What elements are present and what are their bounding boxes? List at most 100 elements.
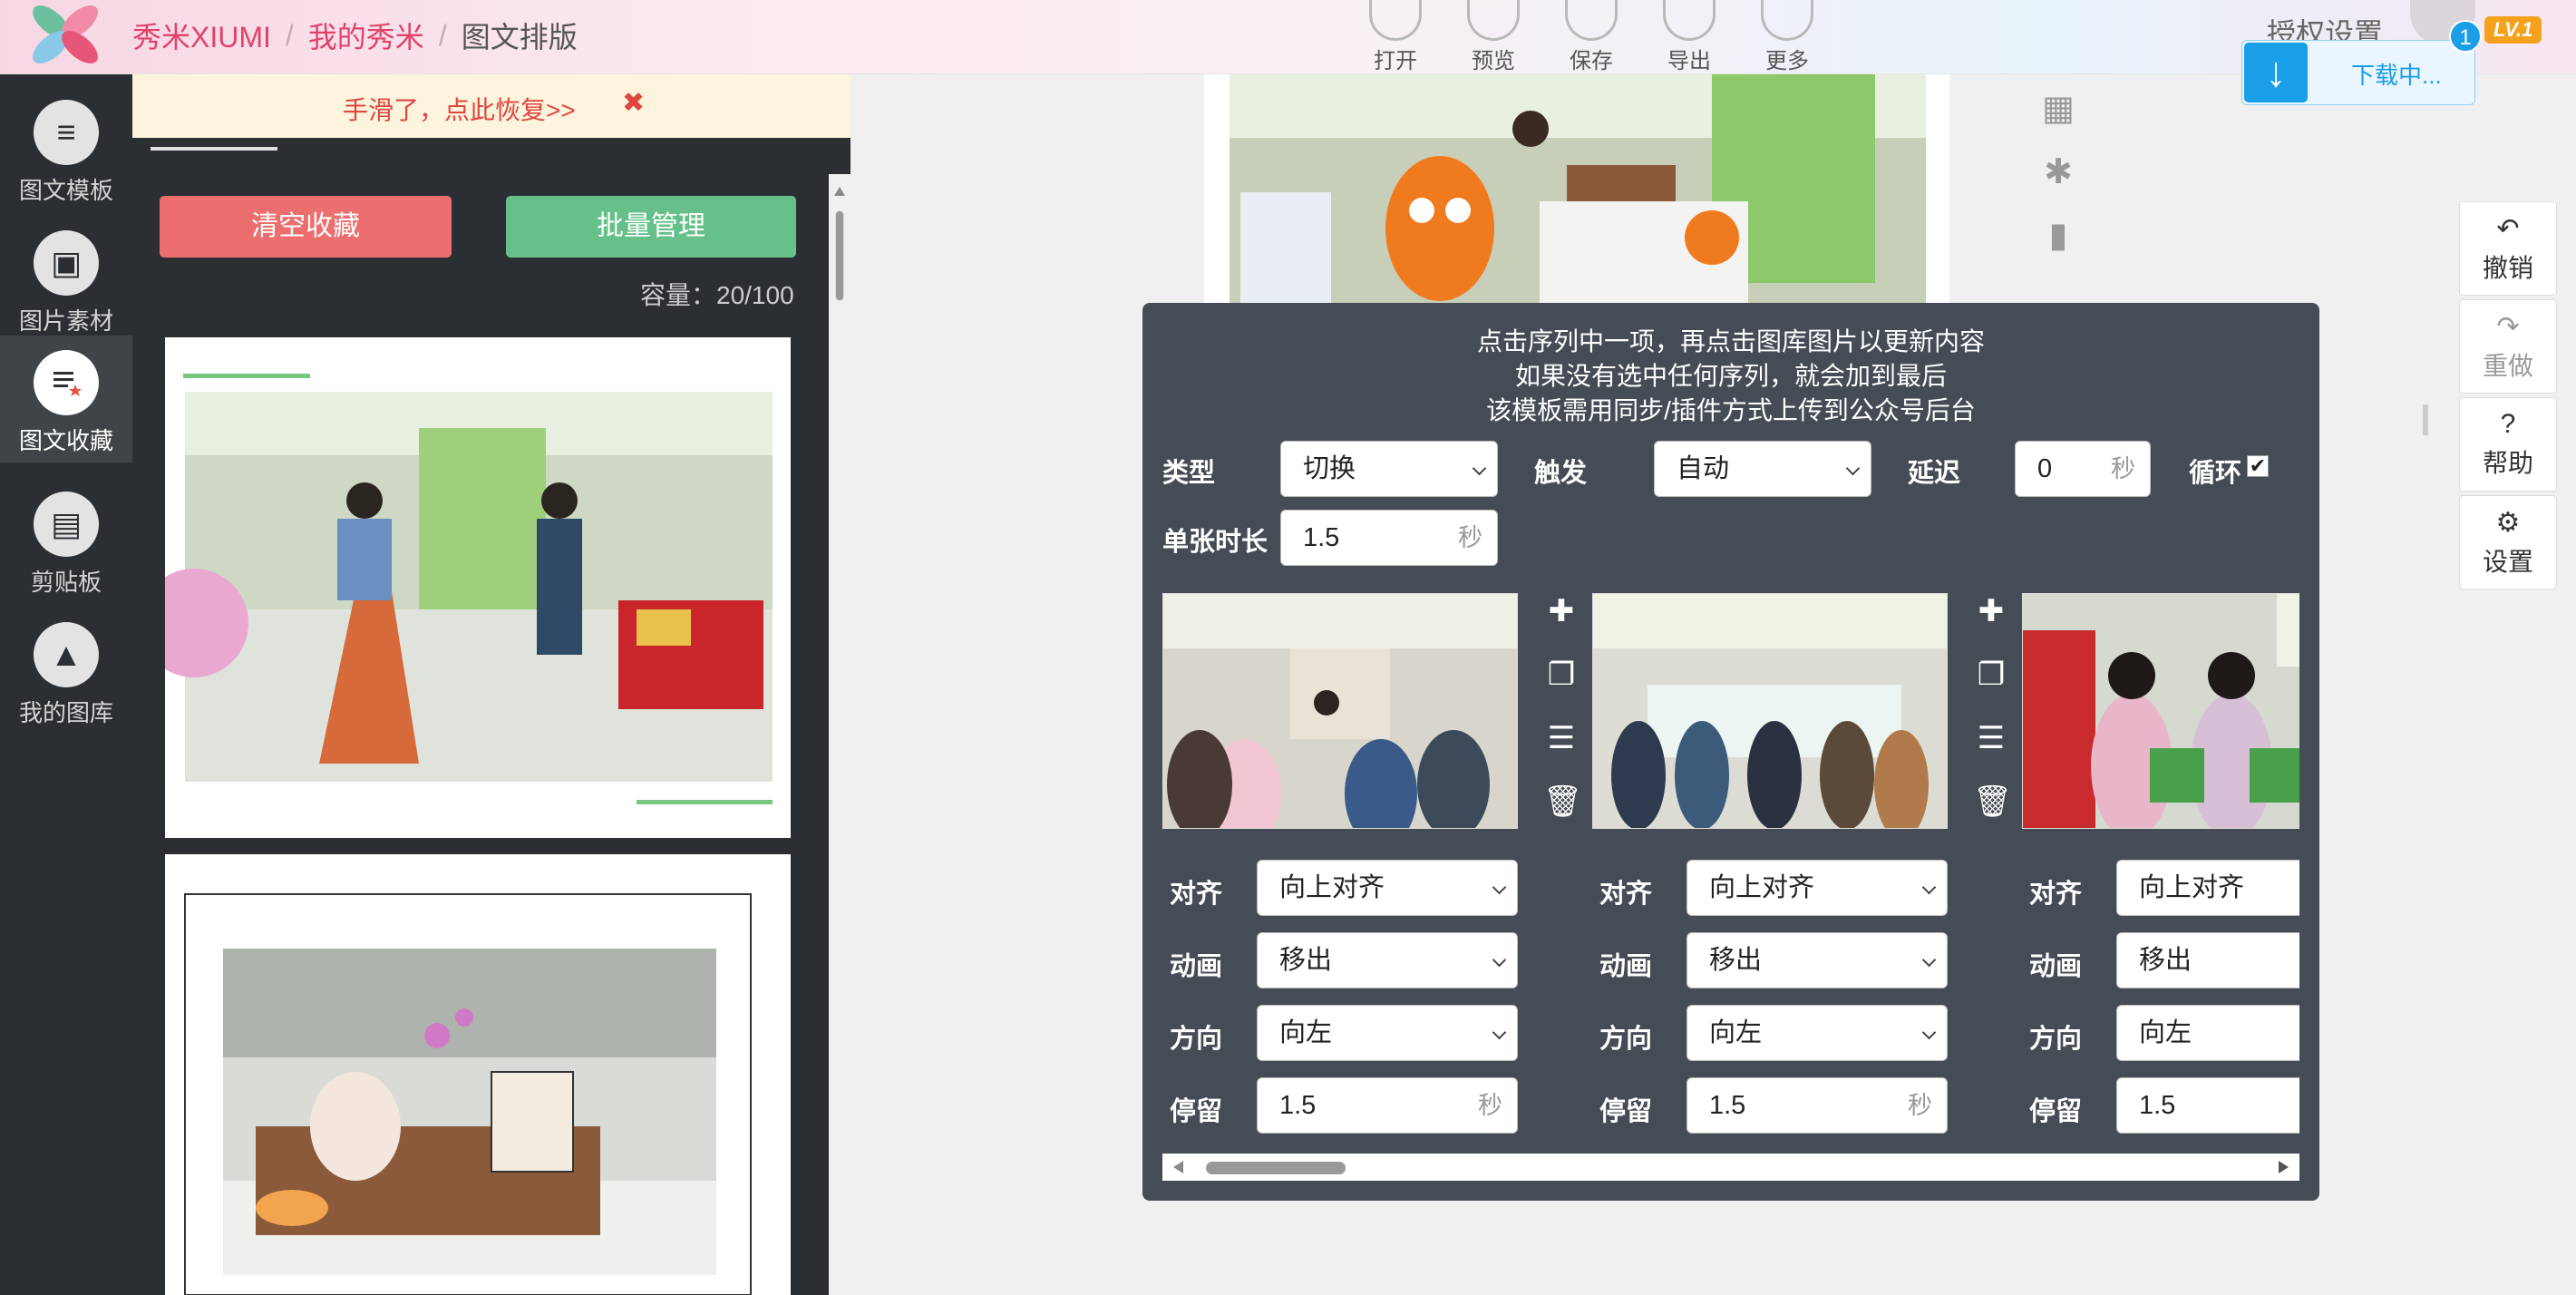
export-button[interactable]: 导出 xyxy=(1654,0,1725,74)
open-button[interactable]: 打开 xyxy=(1360,0,1431,74)
add-icon[interactable]: ✚ xyxy=(1973,593,2009,657)
frame-ops: ✚ ❐ ☰ 🗑 xyxy=(1543,593,1582,847)
restore-bar[interactable]: 手滑了，点此恢复>> ✖ xyxy=(132,74,851,138)
stay-input[interactable]: 1.5 秒 xyxy=(1257,1077,1518,1134)
redo-icon: ↷ xyxy=(2496,311,2520,342)
frame-thumbnail[interactable] xyxy=(1162,593,1518,829)
tab-underline xyxy=(151,147,277,151)
scroll-up-arrow[interactable] xyxy=(834,187,845,196)
copy-icon[interactable]: ❐ xyxy=(1543,657,1580,720)
nav-item-templates[interactable]: ≡ 图文模板 xyxy=(0,85,132,209)
trigger-label: 触发 xyxy=(1534,459,1588,488)
asterisk-icon[interactable]: ✱ xyxy=(2040,154,2076,190)
slideshow-settings-dialog: 点击序列中一项，再点击图库图片以更新内容 如果没有选中任何序列，就会加到最后 该… xyxy=(1142,303,2319,1201)
favorites-panel: 手滑了，点此恢复>> ✖ 清空收藏 批量管理 容量：20/100 xyxy=(132,74,851,1295)
nav-item-gallery[interactable]: ▲ 我的图库 xyxy=(0,608,132,731)
breadcrumb-home[interactable]: 秀米XIUMI xyxy=(132,15,271,56)
align-select[interactable]: 向上对齐 xyxy=(1687,860,1948,916)
restore-link[interactable]: 手滑了，点此恢复>> xyxy=(343,91,576,127)
mountain-icon: ▲ xyxy=(34,622,99,687)
download-text: 下载中... xyxy=(2351,62,2442,89)
folder-icon xyxy=(1369,0,1422,41)
close-icon[interactable]: ✖ xyxy=(622,87,645,119)
frame-item[interactable]: ✚ ❐ ☰ 🗑 对齐 向上对齐 动画 移出 方向 向左 停留 1.5 秒 xyxy=(1162,593,1592,1155)
save-button[interactable]: 保存 xyxy=(1556,0,1627,74)
capacity-text: 容量：20/100 xyxy=(640,281,794,309)
frames-list[interactable]: ✚ ❐ ☰ 🗑 对齐 向上对齐 动画 移出 方向 向左 停留 1.5 秒 ✚ ❐… xyxy=(1162,593,2299,1155)
loop-checkbox[interactable]: ✔ xyxy=(2247,455,2269,477)
xiumi-logo[interactable] xyxy=(24,0,111,67)
frame-item[interactable]: ✚ ❐ ☰ 🗑 对齐 向上对齐 动画 移出 方向 向左 停留 1.5 秒 xyxy=(1592,593,2022,1155)
align-select[interactable]: 向上对齐 xyxy=(1257,860,1518,916)
download-status[interactable]: ↓ 下载中... xyxy=(2241,40,2475,105)
duration-label: 单张时长 xyxy=(1162,528,1269,557)
nav-item-favorites[interactable]: 图文收藏 xyxy=(0,336,132,462)
favorite-item[interactable] xyxy=(165,854,791,1295)
nav-item-images[interactable]: ▣ 图片素材 xyxy=(0,216,132,339)
frame-item[interactable]: 对齐 向上对齐 动画 移出 方向 向左 停留 1.5 xyxy=(2022,593,2299,1155)
stay-input[interactable]: 1.5 秒 xyxy=(1687,1077,1948,1134)
preview-button[interactable]: 预览 xyxy=(1458,0,1529,74)
image-icon: ▣ xyxy=(34,230,99,296)
help-icon: ? xyxy=(2500,409,2516,439)
list-icon: ≡ xyxy=(34,100,99,165)
scroll-right-arrow[interactable] xyxy=(2279,1161,2289,1173)
stay-input[interactable]: 1.5 xyxy=(2116,1077,2299,1134)
clear-favorites-button[interactable]: 清空收藏 xyxy=(160,196,452,258)
frame-thumbnail[interactable] xyxy=(1592,593,1948,829)
delay-input[interactable]: 0 秒 xyxy=(2015,441,2151,497)
batch-manage-button[interactable]: 批量管理 xyxy=(506,196,796,258)
chevron-down-icon xyxy=(1761,0,1813,41)
clipboard-icon: ▤ xyxy=(34,492,99,557)
direction-select[interactable]: 向左 xyxy=(1257,1005,1518,1061)
favorite-preview-image xyxy=(140,374,773,804)
top-bar: 秀米XIUMI / 我的秀米 / 图文排版 打开 预览 保存 导出 更多 授权设… xyxy=(0,0,2576,74)
more-button[interactable]: 更多 xyxy=(1752,0,1823,74)
favorite-preview-image xyxy=(184,893,752,1295)
level-badge: LV.1 xyxy=(2484,16,2542,44)
settings-button[interactable]: ⚙ 设置 xyxy=(2459,495,2557,589)
frames-horizontal-scrollbar[interactable] xyxy=(1162,1154,2299,1181)
download-count-badge: 1 xyxy=(2449,20,2482,53)
animation-select[interactable]: 移出 xyxy=(2116,932,2299,988)
align-select[interactable]: 向上对齐 xyxy=(2116,860,2299,916)
frame-ops: ✚ ❐ ☰ 🗑 xyxy=(1973,593,2012,847)
direction-select[interactable]: 向左 xyxy=(2116,1005,2299,1061)
download-icon: ↓ xyxy=(2244,43,2308,102)
undo-icon: ↶ xyxy=(2496,213,2520,244)
animation-select[interactable]: 移出 xyxy=(1687,932,1948,988)
copy-icon[interactable]: ❐ xyxy=(1973,657,2009,720)
scroll-left-arrow[interactable] xyxy=(1173,1161,1183,1173)
scrollbar-thumb[interactable] xyxy=(835,210,844,301)
trash-icon[interactable]: 🗑 xyxy=(1543,784,1582,847)
grid-icon[interactable]: ▦ xyxy=(2040,91,2076,127)
camera-icon xyxy=(1467,0,1520,41)
trigger-select[interactable]: 自动 xyxy=(1654,441,1871,497)
menu-icon[interactable]: ☰ xyxy=(1973,720,2009,784)
breadcrumb: 秀米XIUMI / 我的秀米 / 图文排版 xyxy=(132,15,578,56)
type-label: 类型 xyxy=(1162,459,1216,488)
help-button[interactable]: ? 帮助 xyxy=(2459,397,2557,492)
undo-button[interactable]: ↶ 撤销 xyxy=(2459,201,2557,296)
type-select[interactable]: 切换 xyxy=(1280,441,1498,497)
nav-item-clipboard[interactable]: ▤ 剪贴板 xyxy=(0,477,132,600)
breadcrumb-my-xiumi[interactable]: 我的秀米 xyxy=(308,15,424,56)
trash-icon[interactable]: 🗑 xyxy=(1973,784,2012,847)
panel-scrollbar[interactable] xyxy=(829,174,851,1295)
frame-thumbnail[interactable] xyxy=(2022,593,2299,829)
delay-label: 延迟 xyxy=(1908,459,1961,488)
scrollbar-thumb[interactable] xyxy=(1206,1162,1346,1174)
favorite-item[interactable] xyxy=(140,337,791,838)
add-icon[interactable]: ✚ xyxy=(1543,593,1580,657)
gear-icon: ⚙ xyxy=(2495,507,2521,538)
right-actions: ↶ 撤销 ↷ 重做 ? 帮助 ⚙ 设置 xyxy=(2459,201,2557,589)
menu-icon[interactable]: ☰ xyxy=(1543,720,1580,784)
breadcrumb-current: 图文排版 xyxy=(461,21,578,54)
duration-input[interactable]: 1.5 秒 xyxy=(1280,510,1498,566)
redo-button[interactable]: ↷ 重做 xyxy=(2459,299,2557,394)
bar-chart-icon[interactable]: ▮ xyxy=(2040,218,2076,254)
left-nav: ≡ 图文模板 ▣ 图片素材 图文收藏 ▤ 剪贴板 ▲ 我的图库 xyxy=(0,74,132,1295)
animation-select[interactable]: 移出 xyxy=(1257,932,1518,988)
favorites-icon xyxy=(34,350,99,415)
direction-select[interactable]: 向左 xyxy=(1687,1005,1948,1061)
